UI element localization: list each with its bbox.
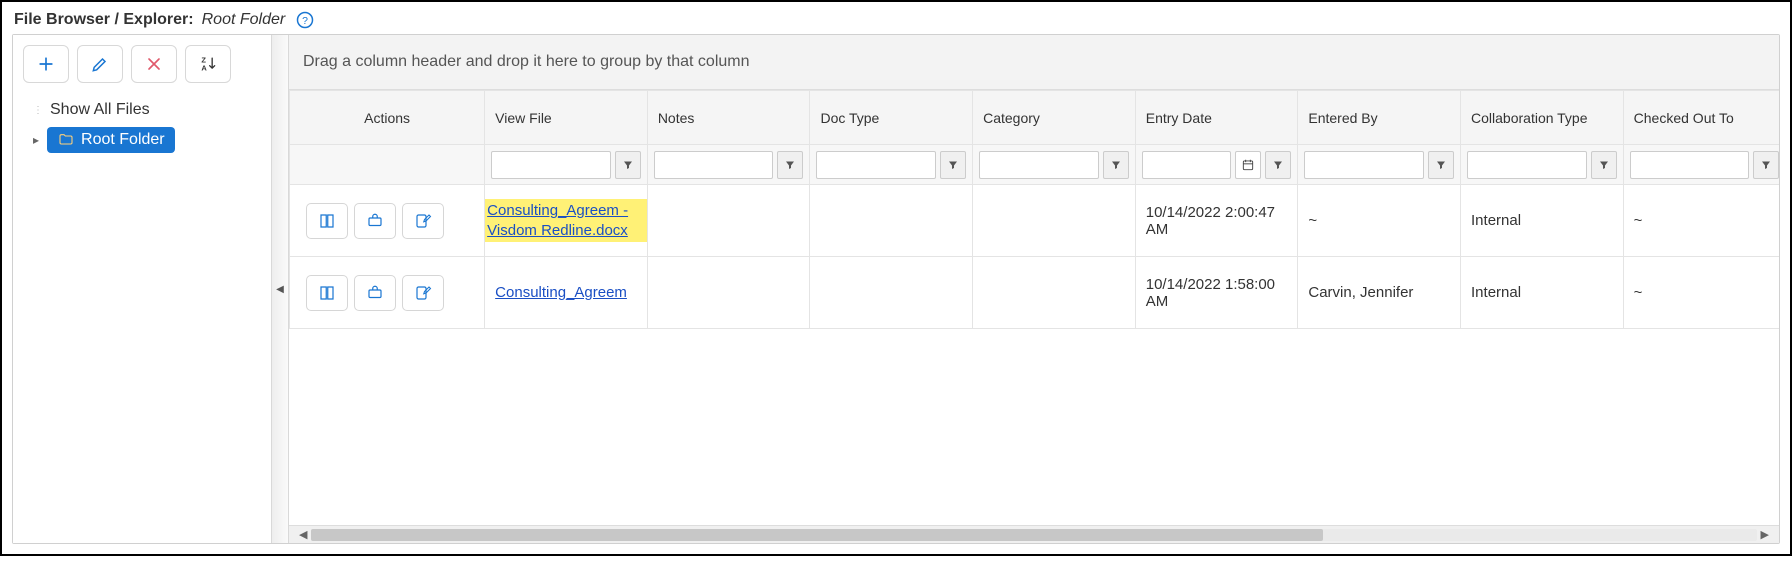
tree-show-all-label: Show All Files — [50, 101, 150, 119]
table-row: Consulting_Agreem 10/14/2022 1:58:00 AM … — [290, 257, 1780, 329]
cell-category — [973, 257, 1136, 329]
tree-connector-icon: ⋮ — [33, 105, 44, 116]
header-row: Actions View File Notes Doc Type Categor… — [290, 91, 1780, 145]
header-subtitle: Root Folder — [202, 11, 286, 29]
horizontal-scrollbar[interactable]: ◀ ▶ — [289, 525, 1779, 543]
folder-icon — [57, 132, 75, 148]
edit-file-button[interactable] — [402, 203, 444, 239]
cell-checked-out-to: ~ — [1623, 185, 1779, 257]
cell-entered-by: ~ — [1298, 185, 1461, 257]
filter-entry-date[interactable] — [1142, 151, 1232, 179]
grid-scroll: Actions View File Notes Doc Type Categor… — [289, 90, 1779, 525]
filter-icon[interactable] — [1103, 151, 1129, 179]
filter-icon[interactable] — [1591, 151, 1617, 179]
edit-button[interactable] — [77, 45, 123, 83]
col-actions[interactable]: Actions — [290, 91, 485, 145]
calendar-icon[interactable] — [1235, 151, 1261, 179]
right-pane: Drag a column header and drop it here to… — [289, 35, 1779, 543]
open-file-button[interactable] — [306, 203, 348, 239]
scroll-thumb[interactable] — [311, 529, 1323, 541]
group-by-bar[interactable]: Drag a column header and drop it here to… — [289, 35, 1779, 90]
cell-doc-type — [810, 257, 973, 329]
col-checked-out-to[interactable]: Checked Out To — [1623, 91, 1779, 145]
left-toolbar: Z A — [21, 43, 263, 97]
app-frame: File Browser / Explorer: Root Folder ? — [0, 0, 1792, 556]
col-doc-type[interactable]: Doc Type — [810, 91, 973, 145]
header-title: File Browser / Explorer: — [14, 11, 194, 29]
filter-notes[interactable] — [654, 151, 774, 179]
sort-button[interactable]: Z A — [185, 45, 231, 83]
cell-entry-date: 10/14/2022 1:58:00 AM — [1135, 257, 1298, 329]
filter-view-file[interactable] — [491, 151, 611, 179]
filter-icon[interactable] — [1753, 151, 1779, 179]
file-grid: Actions View File Notes Doc Type Categor… — [289, 90, 1779, 329]
left-pane: Z A ⋮ Show All Files ▸ — [13, 35, 271, 543]
scroll-right-icon[interactable]: ▶ — [1757, 528, 1773, 541]
cell-notes — [647, 185, 810, 257]
toolbox-button[interactable] — [354, 203, 396, 239]
edit-file-button[interactable] — [402, 275, 444, 311]
open-file-button[interactable] — [306, 275, 348, 311]
col-notes[interactable]: Notes — [647, 91, 810, 145]
col-category[interactable]: Category — [973, 91, 1136, 145]
cell-notes — [647, 257, 810, 329]
col-entry-date[interactable]: Entry Date — [1135, 91, 1298, 145]
toolbox-button[interactable] — [354, 275, 396, 311]
splitter-collapse-icon[interactable]: ◀ — [275, 278, 285, 300]
filter-icon[interactable] — [940, 151, 966, 179]
cell-checked-out-to: ~ — [1623, 257, 1779, 329]
scroll-left-icon[interactable]: ◀ — [295, 528, 311, 541]
file-link[interactable]: Consulting_Agreem — [495, 283, 637, 303]
add-button[interactable] — [23, 45, 69, 83]
tree-show-all[interactable]: ⋮ Show All Files — [33, 97, 263, 123]
page-header: File Browser / Explorer: Root Folder ? — [12, 8, 1780, 34]
delete-button[interactable] — [131, 45, 177, 83]
filter-doc-type[interactable] — [816, 151, 936, 179]
filter-category[interactable] — [979, 151, 1099, 179]
col-view-file[interactable]: View File — [485, 91, 648, 145]
col-entered-by[interactable]: Entered By — [1298, 91, 1461, 145]
filter-icon[interactable] — [615, 151, 641, 179]
content-area: Z A ⋮ Show All Files ▸ — [12, 34, 1780, 544]
cell-entered-by: Carvin, Jennifer — [1298, 257, 1461, 329]
filter-icon[interactable] — [1428, 151, 1454, 179]
file-link[interactable]: Consulting_Agreem - Visdom Redline.docx — [485, 199, 647, 242]
filter-icon[interactable] — [777, 151, 803, 179]
tree-expand-icon[interactable]: ▸ — [33, 133, 41, 147]
filter-checked-out-to[interactable] — [1630, 151, 1750, 179]
cell-entry-date: 10/14/2022 2:00:47 AM — [1135, 185, 1298, 257]
filter-collab-type[interactable] — [1467, 151, 1587, 179]
svg-text:A: A — [201, 64, 207, 73]
table-row: Consulting_Agreem - Visdom Redline.docx … — [290, 185, 1780, 257]
tree-root-label: Root Folder — [81, 131, 165, 149]
cell-doc-type — [810, 185, 973, 257]
cell-collab-type: Internal — [1461, 185, 1624, 257]
cell-collab-type: Internal — [1461, 257, 1624, 329]
help-icon[interactable]: ? — [295, 10, 315, 30]
svg-text:?: ? — [302, 15, 308, 27]
cell-category — [973, 185, 1136, 257]
filter-entered-by[interactable] — [1304, 151, 1424, 179]
splitter[interactable]: ◀ — [271, 35, 289, 543]
filter-icon[interactable] — [1265, 151, 1291, 179]
tree-root-folder[interactable]: Root Folder — [47, 127, 175, 153]
scroll-track[interactable] — [311, 529, 1756, 541]
tree-root-row: ▸ Root Folder — [33, 123, 263, 157]
filter-row — [290, 145, 1780, 185]
folder-tree: ⋮ Show All Files ▸ Root Folder — [21, 97, 263, 157]
col-collab-type[interactable]: Collaboration Type — [1461, 91, 1624, 145]
